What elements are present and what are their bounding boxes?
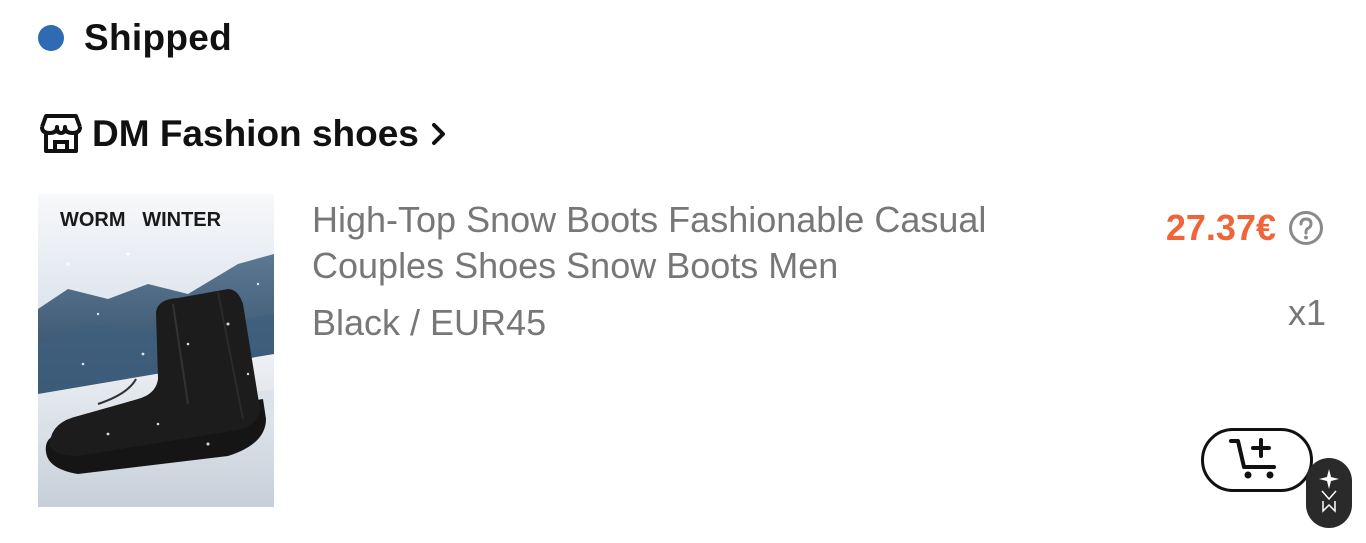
- product-quantity: x1: [1287, 292, 1326, 333]
- add-to-cart-button[interactable]: [1201, 428, 1313, 492]
- chevron-right-icon: [429, 120, 453, 148]
- assistant-logo-icon: [1314, 465, 1344, 522]
- product-title[interactable]: High-Top Snow Boots Fashionable Casual C…: [312, 197, 1002, 289]
- store-link[interactable]: DM Fashion shoes: [38, 108, 453, 160]
- order-status: Shipped: [38, 14, 232, 62]
- status-label: Shipped: [84, 17, 233, 58]
- store-name: DM Fashion shoes: [92, 113, 419, 154]
- status-dot: [38, 25, 64, 51]
- cart-plus-icon: [1228, 435, 1286, 486]
- product-image[interactable]: WORM WINTER: [38, 194, 274, 507]
- price-row: 27.37€: [1166, 205, 1324, 251]
- question-circle-icon[interactable]: [1288, 210, 1324, 246]
- store-icon: [38, 111, 84, 157]
- floating-assistant-badge[interactable]: [1306, 458, 1352, 528]
- image-overlay-text: WORM WINTER: [60, 209, 222, 231]
- product-price: 27.37€: [1165, 207, 1276, 248]
- product-variant: Black / EUR45: [312, 302, 547, 343]
